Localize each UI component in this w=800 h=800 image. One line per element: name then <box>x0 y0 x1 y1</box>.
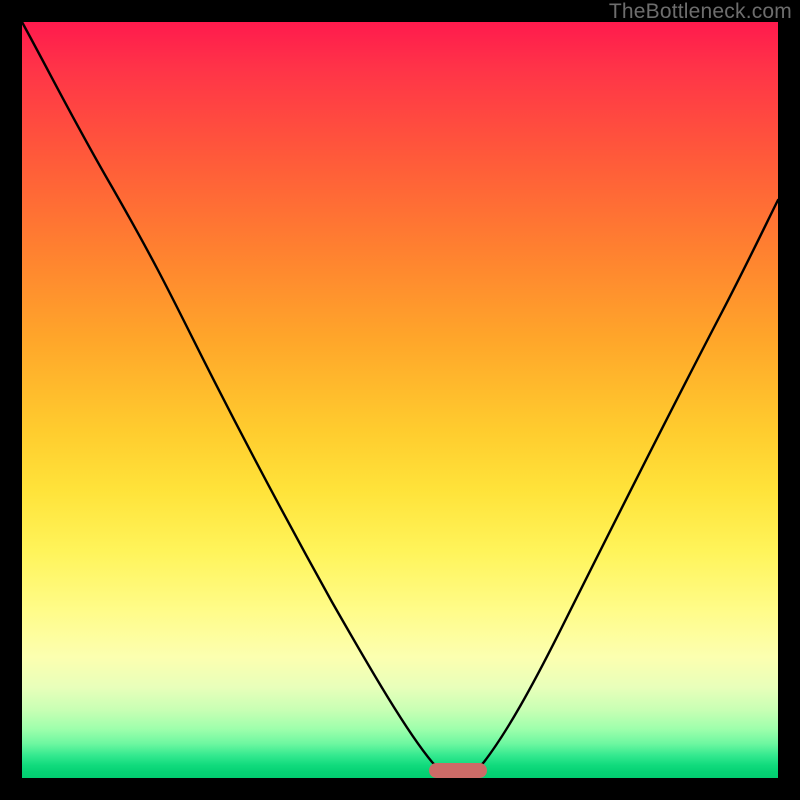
curve-path <box>22 22 778 778</box>
watermark-text: TheBottleneck.com <box>609 0 792 24</box>
bottleneck-curve <box>22 22 778 778</box>
plot-area <box>22 22 778 778</box>
chart-frame: TheBottleneck.com <box>0 0 800 800</box>
minimum-marker <box>429 763 487 778</box>
